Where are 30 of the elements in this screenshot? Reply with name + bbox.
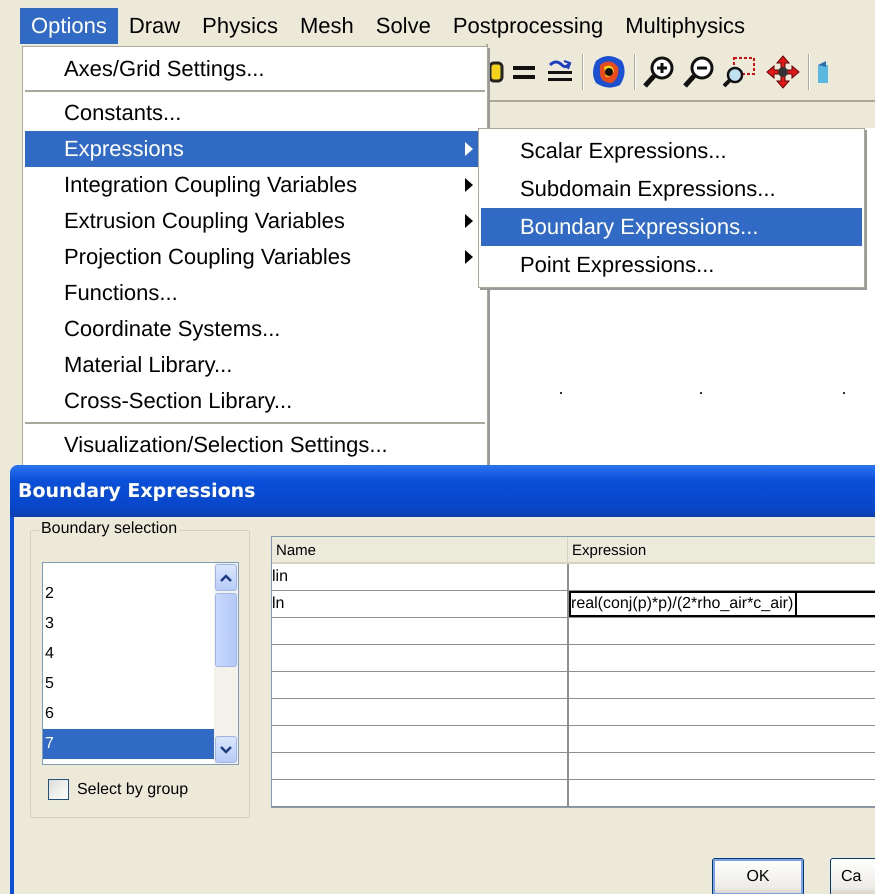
list-item[interactable]: 5 <box>43 669 214 699</box>
list-item[interactable]: 2 <box>43 579 214 609</box>
menu-bar-item[interactable]: Draw <box>118 8 192 44</box>
menu-bar-item[interactable]: Solve <box>364 8 442 44</box>
table-cell[interactable]: ln <box>272 591 569 617</box>
menu-item[interactable]: Material Library... <box>25 347 485 383</box>
list-item[interactable]: 7 <box>43 729 214 759</box>
menu-bar-item[interactable]: Physics <box>191 8 289 44</box>
column-header[interactable]: Expression <box>568 537 875 562</box>
list-item[interactable]: 3 <box>43 609 214 639</box>
column-header[interactable]: Name <box>272 537 568 562</box>
menu-item[interactable]: Constants... <box>25 95 485 131</box>
menu-item[interactable]: Coordinate Systems... <box>25 311 485 347</box>
menu-item[interactable]: Boundary Expressions... <box>481 208 862 246</box>
menu-bar-item[interactable]: Options <box>20 8 118 44</box>
list-item[interactable]: 6 <box>43 699 214 729</box>
group-label: Boundary selection <box>39 520 180 538</box>
menu-item[interactable]: Axes/Grid Settings... <box>25 51 485 87</box>
list-item[interactable]: 4 <box>43 639 214 669</box>
dialog-button[interactable]: Ca <box>830 858 875 894</box>
table-cell[interactable]: lin <box>272 564 569 590</box>
dialog-button[interactable]: OK <box>712 858 804 894</box>
menu-bar-item[interactable]: Postprocessing <box>442 8 614 44</box>
menu-bar-item[interactable]: Mesh <box>288 8 365 44</box>
menu-item[interactable]: Visualization/Selection Settings... <box>25 427 485 463</box>
checkbox-label: Select by group <box>77 780 188 798</box>
menu-item[interactable]: Cross-Section Library... <box>25 383 485 419</box>
window-title: Boundary Expressions <box>18 480 256 502</box>
menu-bar-item[interactable]: Multiphysics <box>614 8 756 44</box>
cell-input-field[interactable]: real(conj(p)*p)/(2*rho_air*c_air) <box>569 591 875 617</box>
